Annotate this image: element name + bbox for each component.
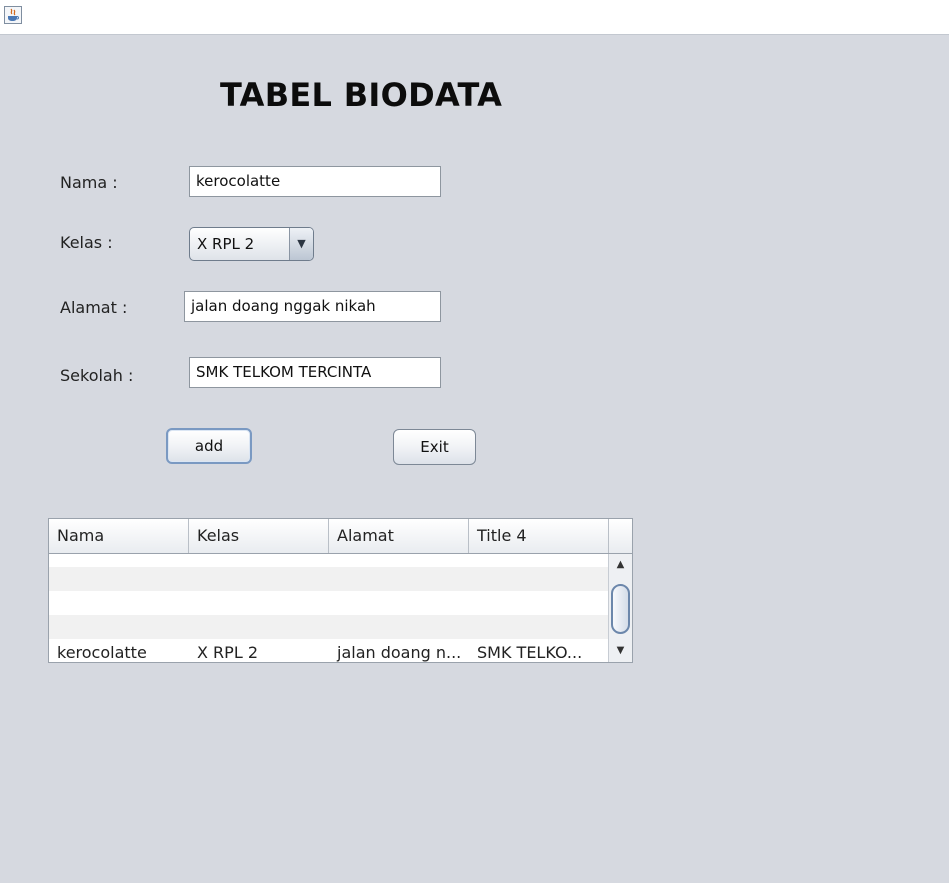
sekolah-field[interactable]: SMK TELKOM TERCINTA — [189, 357, 441, 388]
table-cell[interactable] — [469, 615, 608, 639]
table-cell[interactable] — [329, 615, 469, 639]
kelas-dropdown[interactable]: X RPL 2 ▼ — [189, 227, 314, 261]
kelas-label: Kelas : — [60, 233, 113, 252]
scroll-up-arrow-icon[interactable]: ▲ — [609, 556, 632, 574]
table-row[interactable]: kerocolatte X RPL 2 jalan doang n... SMK… — [49, 639, 608, 662]
table-body: kerocolatte X RPL 2 jalan doang n... SMK… — [49, 554, 608, 662]
table-cell[interactable] — [49, 567, 189, 591]
table-cell[interactable]: jalan doang n... — [329, 639, 469, 662]
table-cell[interactable]: X RPL 2 — [189, 639, 329, 662]
nama-label: Nama : — [60, 173, 118, 192]
table-vertical-scrollbar[interactable]: ▲ ▼ — [608, 554, 632, 662]
biodata-table: Nama Kelas Alamat Title 4 kerocolatte X … — [48, 518, 633, 663]
table-cell[interactable]: SMK TELKO... — [469, 639, 608, 662]
table-cell[interactable]: kerocolatte — [49, 639, 189, 662]
table-cell[interactable] — [189, 615, 329, 639]
alamat-label: Alamat : — [60, 298, 128, 317]
table-row[interactable] — [49, 615, 608, 639]
table-cell[interactable] — [49, 543, 189, 567]
table-cell[interactable] — [189, 591, 329, 615]
sekolah-label: Sekolah : — [60, 366, 134, 385]
window-titlebar — [0, 0, 949, 35]
java-app-icon[interactable] — [4, 6, 22, 24]
add-button[interactable]: add — [166, 428, 252, 464]
table-cell[interactable] — [329, 567, 469, 591]
alamat-field[interactable]: jalan doang nggak nikah — [184, 291, 441, 322]
table-cell[interactable] — [329, 543, 469, 567]
table-cell[interactable] — [469, 567, 608, 591]
scrollbar-thumb[interactable] — [611, 584, 630, 634]
exit-button[interactable]: Exit — [393, 429, 476, 465]
table-cell[interactable] — [49, 615, 189, 639]
kelas-selected-value: X RPL 2 — [197, 235, 255, 253]
table-cell[interactable] — [469, 591, 608, 615]
table-cell[interactable] — [329, 591, 469, 615]
nama-field[interactable]: kerocolatte — [189, 166, 441, 197]
table-cell[interactable] — [49, 591, 189, 615]
table-row[interactable] — [49, 591, 608, 615]
column-header-corner — [609, 519, 632, 553]
table-cell[interactable] — [189, 567, 329, 591]
table-cell[interactable] — [189, 543, 329, 567]
scroll-down-arrow-icon[interactable]: ▼ — [609, 642, 632, 660]
page-title: TABEL BIODATA — [220, 76, 503, 114]
table-row[interactable] — [49, 543, 608, 567]
chevron-down-icon[interactable]: ▼ — [289, 228, 313, 260]
table-row[interactable] — [49, 567, 608, 591]
table-cell[interactable] — [469, 543, 608, 567]
